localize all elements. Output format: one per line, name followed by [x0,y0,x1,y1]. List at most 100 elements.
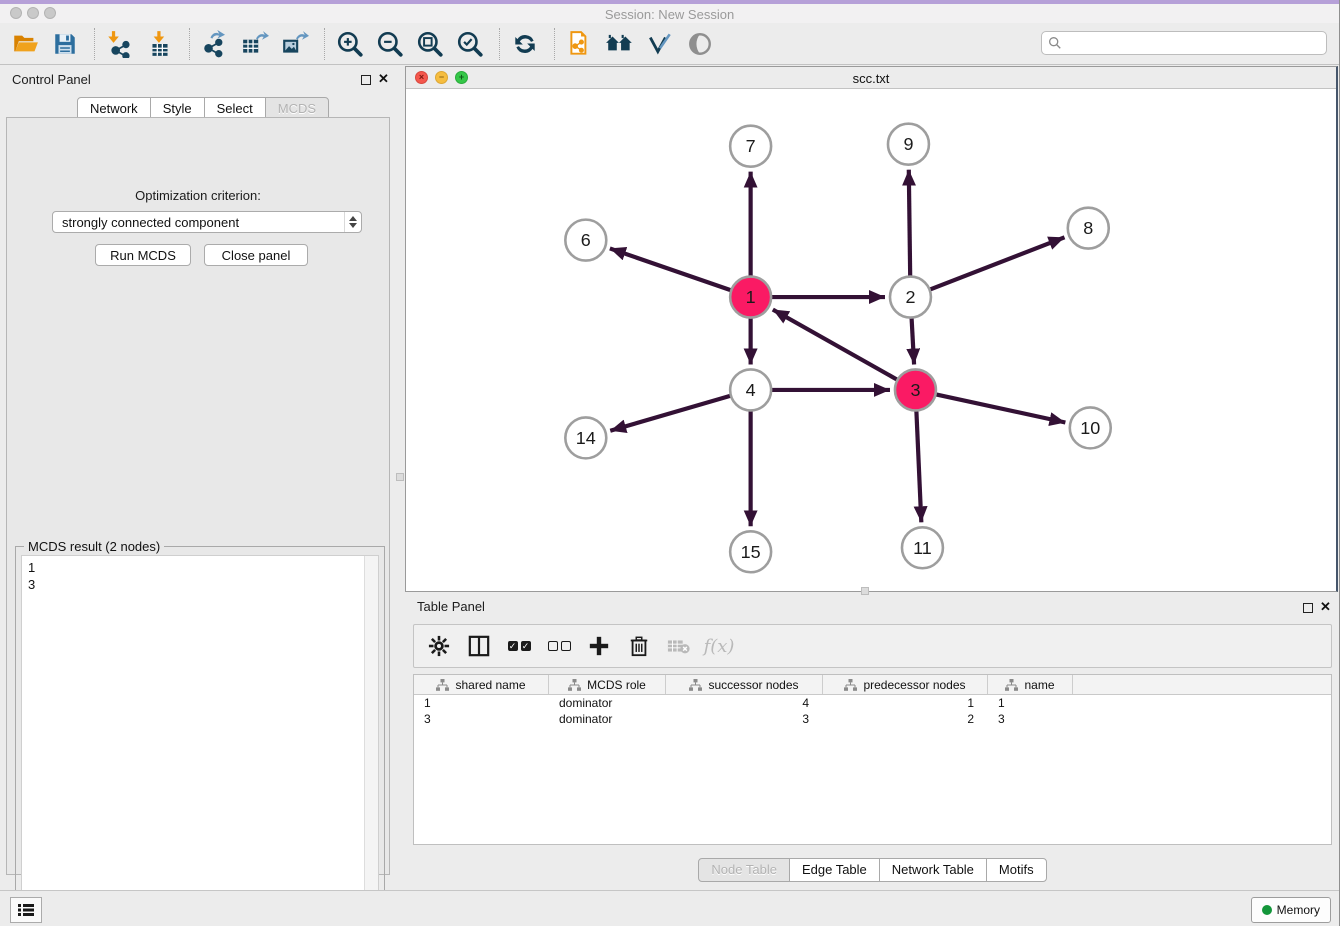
home-icon[interactable] [605,29,635,59]
column-header-predecessor-nodes[interactable]: predecessor nodes [823,675,988,694]
graph-edge-3-10[interactable] [935,394,1065,422]
table-cell: 3 [988,712,1073,726]
control-panel: Control Panel ✕ NetworkStyleSelectMCDS O… [0,66,396,880]
horizontal-divider-drag-handle[interactable] [861,587,869,595]
svg-text:6: 6 [581,230,591,250]
search-input[interactable] [1066,33,1326,53]
split-panel-icon[interactable] [466,633,492,659]
zoom-fit-icon[interactable] [415,29,445,59]
graph-edge-2-8[interactable] [930,237,1065,289]
graph-edge-3-11[interactable] [916,410,921,522]
mcds-result-textarea[interactable]: 13 [21,555,379,910]
selected-criterion: strongly connected component [53,215,344,230]
task-history-button[interactable] [10,897,42,923]
table-close-panel-icon[interactable]: ✕ [1320,599,1331,615]
column-header-MCDS-role[interactable]: MCDS role [549,675,666,694]
graph-node-15[interactable]: 15 [730,531,771,572]
table-tab-network-table[interactable]: Network Table [879,858,987,882]
table-row[interactable]: 3dominator323 [414,711,1331,727]
import-table-icon[interactable] [145,29,175,59]
zoom-selected-icon[interactable] [455,29,485,59]
toolbar-separator [189,28,191,60]
graph-node-7[interactable]: 7 [730,126,771,167]
graph-edge-4-14[interactable] [610,396,731,431]
table-tab-motifs[interactable]: Motifs [986,858,1047,882]
zoom-in-icon[interactable] [335,29,365,59]
svg-text:1: 1 [746,287,756,307]
graph-node-8[interactable]: 8 [1068,208,1109,249]
table-row[interactable]: 1dominator411 [414,695,1331,711]
table-float-panel-icon[interactable] [1303,603,1313,613]
result-scrollbar[interactable] [364,556,378,909]
window-title: Session: New Session [0,7,1339,22]
toggle-contrast-icon[interactable] [685,29,715,59]
search-icon [1048,36,1062,50]
mcds-result-line: 1 [28,559,372,576]
svg-text:14: 14 [576,428,596,448]
export-network-icon[interactable] [200,29,230,59]
delete-column-icon[interactable] [626,633,652,659]
toolbar-separator [499,28,501,60]
svg-text:15: 15 [741,542,761,562]
open-session-icon[interactable] [10,29,40,59]
table-settings-icon[interactable] [426,633,452,659]
deselect-all-icon[interactable] [546,633,572,659]
graph-edge-2-9[interactable] [909,170,910,277]
application-window: Session: New Session [0,0,1340,926]
column-header-shared-name[interactable]: shared name [414,675,549,694]
mcds-result-line: 3 [28,576,372,593]
export-image-icon[interactable] [280,29,310,59]
graph-node-4[interactable]: 4 [730,369,771,410]
memory-button[interactable]: Memory [1251,897,1331,923]
mcds-panel: Optimization criterion: strongly connect… [6,117,390,875]
table-cell: 1 [988,696,1073,710]
graph-node-14[interactable]: 14 [565,417,606,458]
graph-node-9[interactable]: 9 [888,124,929,165]
node-table[interactable]: shared nameMCDS rolesuccessor nodesprede… [413,674,1332,845]
table-cell: 1 [823,696,988,710]
save-session-icon[interactable] [50,29,80,59]
run-mcds-button[interactable]: Run MCDS [95,244,191,266]
mcds-result-group: MCDS result (2 nodes) 13 [15,546,385,916]
export-table-icon[interactable] [240,29,270,59]
table-panel: Table Panel ✕ ✓✓ f( [405,595,1340,890]
zoom-out-icon[interactable] [375,29,405,59]
float-panel-icon[interactable] [361,75,371,85]
close-panel-button[interactable]: Close panel [204,244,308,266]
network-canvas-svg[interactable]: 7 9 6 8 1 2 4 3 14 10 15 11 [406,89,1336,591]
column-header-successor-nodes[interactable]: successor nodes [666,675,823,694]
select-all-icon[interactable]: ✓✓ [506,633,532,659]
graph-node-6[interactable]: 6 [565,220,606,261]
graph-edge-2-3[interactable] [912,317,915,364]
close-panel-icon[interactable]: ✕ [378,71,389,87]
toolbar-separator [94,28,96,60]
graph-node-11[interactable]: 11 [902,527,943,568]
table-cell: 3 [666,712,823,726]
add-column-icon[interactable] [586,633,612,659]
optimization-criterion-select[interactable]: strongly connected component [52,211,362,233]
select-stepper-icon [344,212,361,232]
graph-edge-3-1[interactable] [773,310,898,380]
graph-edge-1-6[interactable] [610,248,731,290]
graph-node-2[interactable]: 2 [890,277,931,318]
hide-graphics-details-icon[interactable] [645,29,675,59]
svg-text:11: 11 [913,538,932,558]
network-window-title: scc.txt [406,71,1336,86]
search-field[interactable] [1041,31,1327,55]
graph-node-3[interactable]: 3 [895,369,936,410]
graph-node-10[interactable]: 10 [1070,407,1111,448]
apply-layout-icon[interactable] [510,29,540,59]
delete-table-icon [666,633,692,659]
table-tab-node-table[interactable]: Node Table [698,858,790,882]
divider-drag-handle[interactable] [396,473,404,481]
svg-text:4: 4 [746,380,756,400]
table-tab-edge-table[interactable]: Edge Table [789,858,880,882]
function-builder-icon: f(x) [706,633,732,659]
graph-node-1[interactable]: 1 [730,277,771,318]
import-network-icon[interactable] [105,29,135,59]
clone-network-icon[interactable] [565,29,595,59]
status-bar: Memory [0,890,1339,926]
table-cell: dominator [549,696,666,710]
toolbar-separator [324,28,326,60]
column-header-name[interactable]: name [988,675,1073,694]
